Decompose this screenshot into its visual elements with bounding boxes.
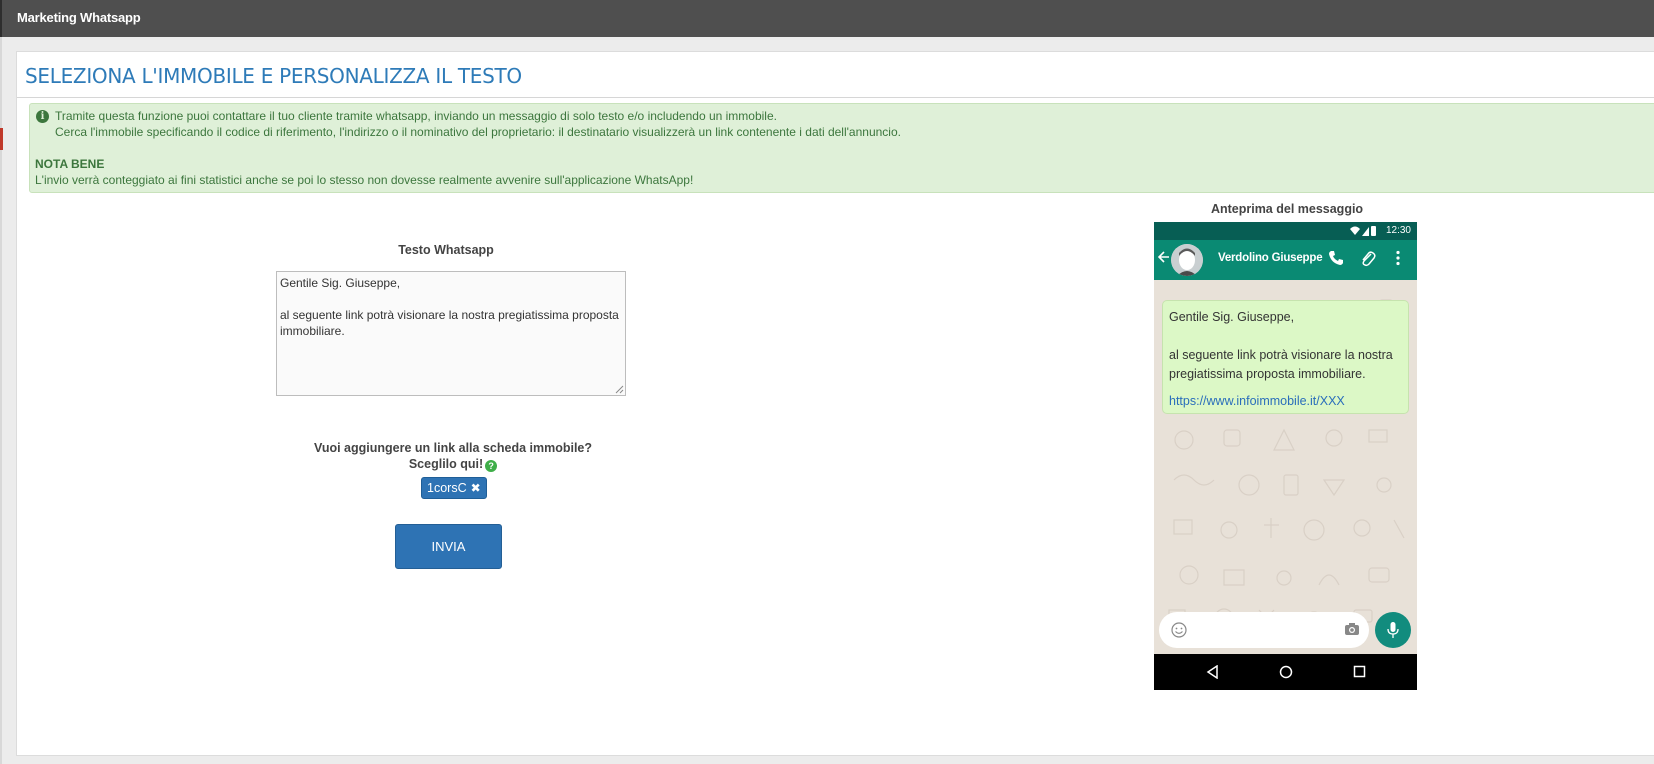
tag-label: 1corsC — [427, 481, 467, 495]
info-icon: i — [36, 110, 49, 123]
more-icon[interactable] — [1395, 250, 1401, 266]
mic-button[interactable] — [1375, 612, 1411, 648]
selected-property-tag: 1corsC ✖ — [421, 477, 487, 499]
preview-message: Gentile Sig. Giuseppe, al seguente link … — [1169, 310, 1393, 381]
title-divider — [17, 97, 1654, 98]
text-field-label: Testo Whatsapp — [398, 243, 494, 257]
remove-tag-icon[interactable]: ✖ — [471, 481, 481, 495]
message-textarea[interactable] — [276, 271, 626, 396]
avatar[interactable] — [1171, 244, 1203, 276]
emoji-icon[interactable] — [1171, 622, 1187, 638]
window-title: Marketing Whatsapp — [17, 10, 141, 25]
link-question-line-1: Vuoi aggiungere un link alla scheda immo… — [313, 441, 593, 455]
back-arrow-icon[interactable] — [1158, 250, 1170, 264]
preview-link[interactable]: https://www.infoimmobile.it/XXX — [1169, 392, 1402, 411]
alert-nota-title: NOTA BENE — [35, 157, 105, 171]
alert-nota-text: L'invio verrà conteggiato ai fini statis… — [35, 173, 694, 187]
link-question-line-2: Sceglilo qui!? — [276, 456, 630, 472]
message-bubble: Gentile Sig. Giuseppe, al seguente link … — [1162, 300, 1409, 414]
attach-icon[interactable] — [1360, 250, 1376, 268]
resize-grip-icon[interactable] — [614, 384, 624, 394]
phone-preview: 12:30 Verdolino Giuseppe Gentile Sig. Gi… — [1154, 222, 1417, 690]
alert-line-1: Tramite questa funzione puoi contattare … — [55, 109, 777, 123]
chat-header: Verdolino Giuseppe — [1154, 240, 1417, 280]
side-marker — [0, 128, 3, 150]
message-input-bar[interactable] — [1159, 612, 1369, 648]
phone-icon[interactable] — [1328, 250, 1344, 266]
avatar-icon — [1171, 244, 1203, 276]
android-nav-bar — [1154, 654, 1417, 690]
mic-icon — [1387, 622, 1399, 638]
info-alert: i Tramite questa funzione puoi contattar… — [29, 103, 1654, 193]
send-button[interactable]: INVIA — [395, 524, 502, 569]
alert-line-2: Cerca l'immobile specificando il codice … — [55, 125, 901, 139]
nav-back-icon[interactable] — [1206, 665, 1219, 679]
status-time: 12:30 — [1385, 225, 1411, 236]
camera-icon[interactable] — [1344, 622, 1360, 636]
nav-home-icon[interactable] — [1279, 665, 1293, 679]
preview-label: Anteprima del messaggio — [1210, 202, 1364, 216]
help-icon[interactable]: ? — [485, 460, 498, 472]
signal-icon — [1350, 226, 1376, 236]
chat-background: Gentile Sig. Giuseppe, al seguente link … — [1154, 280, 1417, 654]
phone-status-bar: 12:30 — [1154, 222, 1417, 240]
contact-name: Verdolino Giuseppe — [1218, 252, 1323, 264]
nav-recents-icon[interactable] — [1353, 665, 1366, 678]
main-panel: SELEZIONA L'IMMOBILE E PERSONALIZZA IL T… — [16, 51, 1654, 756]
window-titlebar: Marketing Whatsapp — [0, 0, 1654, 37]
link-question: Vuoi aggiungere un link alla scheda immo… — [276, 440, 630, 472]
page-title: SELEZIONA L'IMMOBILE E PERSONALIZZA IL T… — [25, 64, 522, 88]
link-question-text: Sceglilo qui! — [408, 457, 484, 471]
